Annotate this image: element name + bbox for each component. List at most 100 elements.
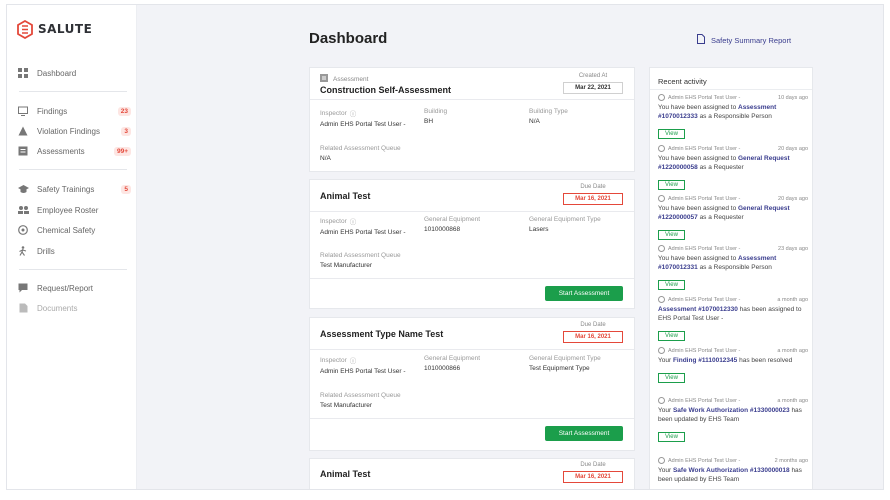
- queue-field: Related Assessment Queue Test Manufactur…: [320, 252, 401, 269]
- sidebar-divider: [19, 169, 127, 170]
- count-badge: 99+: [113, 146, 131, 156]
- user-avatar-icon: [658, 94, 665, 101]
- activity-time: a month ago: [777, 397, 808, 404]
- date-label: Created At: [578, 73, 608, 79]
- card-type: Assessment: [320, 74, 368, 84]
- help-icon: ⓘ: [349, 111, 357, 118]
- activity-time: 20 days ago: [778, 195, 808, 202]
- activity-author: Admin EHS Portal Test User -: [668, 397, 741, 404]
- app-name: SALUTE: [38, 22, 93, 36]
- activity-time: 2 months ago: [774, 457, 808, 464]
- count-badge: 23: [117, 106, 131, 116]
- sidebar-item-findings[interactable]: Findings 23: [17, 102, 131, 120]
- sidebar-item-dashboard[interactable]: Dashboard: [17, 64, 131, 82]
- assessment-list: Assessment Construction Self-Assessment …: [309, 67, 635, 489]
- activity-author: Admin EHS Portal Test User -: [668, 195, 741, 202]
- view-button[interactable]: View: [658, 179, 685, 190]
- activity-record-link[interactable]: Assessment #1070012330: [658, 306, 738, 313]
- view-button[interactable]: View: [658, 229, 685, 240]
- view-button[interactable]: View: [658, 372, 685, 383]
- logo[interactable]: SALUTE: [16, 19, 92, 39]
- sidebar-item-chemical-safety[interactable]: Chemical Safety: [17, 221, 131, 239]
- date-value: Mar 22, 2021: [563, 82, 623, 94]
- card-title: Animal Test: [320, 469, 371, 479]
- card-title: Assessment Type Name Test: [320, 329, 444, 339]
- user-avatar-icon: [658, 145, 665, 152]
- activity-author: Admin EHS Portal Test User -: [668, 457, 741, 464]
- assessment-card[interactable]: Animal Test Due Date Mar 16, 2021: [309, 458, 635, 489]
- view-button[interactable]: View: [658, 128, 685, 139]
- activity-entry: Admin EHS Portal Test User - a month ago Y…: [658, 397, 808, 443]
- documents-icon: [17, 302, 29, 314]
- view-button[interactable]: View: [658, 279, 685, 290]
- activity-message: Your Safe Work Authorization #1330000023…: [658, 407, 802, 423]
- activity-meta: Admin EHS Portal Test User - a month ago: [658, 347, 808, 354]
- inspector-field: Inspector ⓘ Admin EHS Portal Test User -: [320, 109, 406, 129]
- activity-entry: Admin EHS Portal Test User - 10 days ago Y…: [658, 94, 808, 140]
- sidebar-item-label: Assessments: [37, 146, 85, 156]
- sidebar-item-documents[interactable]: Documents: [17, 299, 131, 317]
- activity-record-link[interactable]: Finding #1110012345: [673, 357, 737, 364]
- due-date-value: Mar 16, 2021: [563, 331, 623, 343]
- sidebar-item-request-report[interactable]: Request/Report: [17, 279, 131, 297]
- panel-title: Recent activity: [658, 77, 707, 86]
- user-avatar-icon: [658, 245, 665, 252]
- assessment-card[interactable]: Assessment Construction Self-Assessment …: [309, 67, 635, 172]
- chemical-icon: [17, 224, 29, 236]
- activity-entry: Admin EHS Portal Test User - a month ago Y…: [658, 347, 808, 384]
- sidebar: SALUTE Dashboard Findings 23 Violation F…: [7, 5, 137, 489]
- sidebar-item-label: Safety Trainings: [37, 184, 95, 194]
- activity-time: 20 days ago: [778, 145, 808, 152]
- view-button[interactable]: View: [658, 431, 685, 442]
- activity-meta: Admin EHS Portal Test User - 10 days ago: [658, 94, 808, 101]
- roster-icon: [17, 204, 29, 216]
- document-icon: [697, 34, 705, 46]
- start-assessment-button[interactable]: Start Assessment: [545, 426, 623, 441]
- safety-summary-report-link[interactable]: Safety Summary Report: [697, 34, 791, 46]
- activity-meta: Admin EHS Portal Test User - 20 days ago: [658, 145, 808, 152]
- activity-message: You have been assigned to General Reques…: [658, 155, 790, 171]
- assessment-card[interactable]: Animal Test Due Date Mar 16, 2021 Inspec…: [309, 179, 635, 309]
- panel-divider: [650, 89, 812, 90]
- assessment-card[interactable]: Assessment Type Name Test Due Date Mar 1…: [309, 317, 635, 451]
- app-window: SALUTE Dashboard Findings 23 Violation F…: [6, 4, 884, 490]
- queue-field: Related Assessment Queue N/A: [320, 145, 401, 162]
- activity-time: 10 days ago: [778, 94, 808, 101]
- user-avatar-icon: [658, 397, 665, 404]
- report-link-label: Safety Summary Report: [711, 35, 792, 45]
- sidebar-item-label: Drills: [37, 246, 55, 256]
- activity-meta: Admin EHS Portal Test User - 20 days ago: [658, 195, 808, 202]
- activity-author: Admin EHS Portal Test User -: [668, 347, 741, 354]
- inspector-field: Inspector ⓘ Admin EHS Portal Test User -: [320, 356, 406, 376]
- sidebar-item-assessments[interactable]: Assessments 99+: [17, 142, 131, 160]
- sidebar-item-violation-findings[interactable]: Violation Findings 3: [17, 122, 131, 140]
- sidebar-item-employee-roster[interactable]: Employee Roster: [17, 201, 131, 219]
- activity-entry: Admin EHS Portal Test User - 23 days ago Y…: [658, 245, 808, 291]
- date-label: Due Date: [580, 462, 606, 468]
- building-field: Building BH: [424, 108, 448, 125]
- drill-icon: [17, 245, 29, 257]
- activity-author: Admin EHS Portal Test User -: [668, 145, 741, 152]
- activity-record-link[interactable]: Safe Work Authorization #1330000023: [673, 407, 790, 414]
- sidebar-item-drills[interactable]: Drills: [17, 242, 131, 260]
- user-avatar-icon: [658, 457, 665, 464]
- sidebar-item-label: Findings: [37, 106, 68, 116]
- graduation-cap-icon: [17, 183, 29, 195]
- date-label: Due Date: [580, 322, 606, 328]
- view-button[interactable]: View: [658, 330, 685, 341]
- general-equipment-field: General Equipment 1010000866: [424, 355, 481, 372]
- activity-meta: Admin EHS Portal Test User - a month ago: [658, 296, 808, 303]
- start-assessment-button[interactable]: Start Assessment: [545, 286, 623, 301]
- activity-time: 23 days ago: [778, 245, 808, 252]
- sidebar-item-label: Employee Roster: [37, 205, 99, 215]
- activity-message: Your Safe Work Authorization #1330000018…: [658, 467, 802, 483]
- due-date-value: Mar 16, 2021: [563, 193, 623, 205]
- activity-record-link[interactable]: Safe Work Authorization #1330000018: [673, 467, 790, 474]
- sidebar-item-safety-trainings[interactable]: Safety Trainings 5: [17, 180, 131, 198]
- activity-entry: Admin EHS Portal Test User - 20 days ago Y…: [658, 195, 808, 241]
- activity-time: a month ago: [777, 296, 808, 303]
- activity-author: Admin EHS Portal Test User -: [668, 245, 741, 252]
- activity-author: Admin EHS Portal Test User -: [668, 296, 741, 303]
- activity-message: You have been assigned to General Reques…: [658, 205, 790, 221]
- sidebar-item-label: Documents: [37, 303, 78, 313]
